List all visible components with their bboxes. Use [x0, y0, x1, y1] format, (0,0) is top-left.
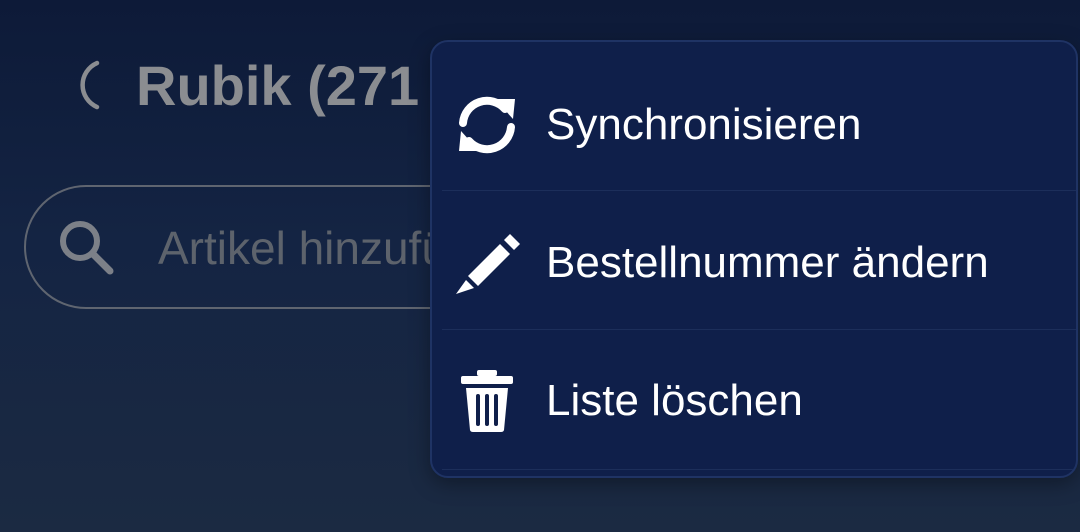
pencil-icon	[452, 228, 522, 298]
menu-divider	[442, 329, 1076, 330]
menu-divider	[442, 190, 1076, 191]
menu-item-delete-list[interactable]: Liste löschen	[432, 332, 1076, 470]
back-arrow-icon[interactable]	[68, 55, 108, 115]
page-title: Rubik (271	[136, 53, 420, 117]
menu-item-label: Synchronisieren	[546, 100, 862, 149]
menu-item-label: Bestellnummer ändern	[546, 238, 989, 287]
menu-item-label: Liste löschen	[546, 376, 803, 425]
overflow-menu: Synchronisieren Bestellnummer ändern Lis…	[430, 40, 1078, 478]
menu-item-sync[interactable]: Synchronisieren	[432, 56, 1076, 194]
app-header: Rubik (271	[68, 50, 419, 120]
menu-divider	[442, 469, 1076, 470]
trash-icon	[452, 366, 522, 436]
menu-item-edit-order-number[interactable]: Bestellnummer ändern	[432, 194, 1076, 332]
sync-icon	[452, 90, 522, 160]
search-icon	[54, 215, 118, 279]
